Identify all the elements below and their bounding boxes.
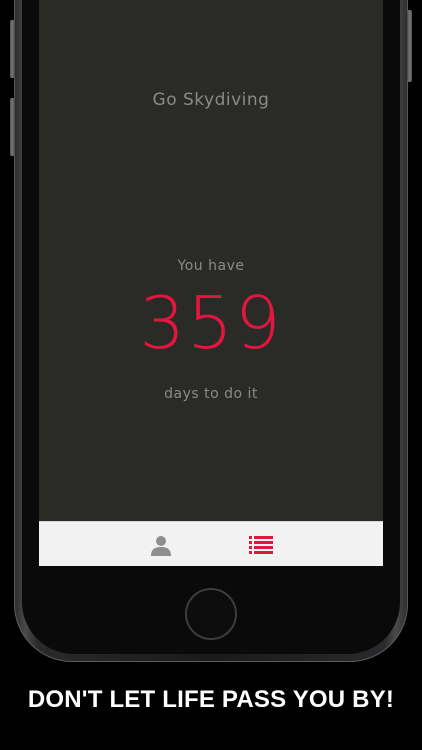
marketing-tagline: DON'T LET LIFE PASS YOU BY!	[27, 686, 395, 713]
power-button	[407, 10, 412, 82]
app-screen: Go Skydiving You have 359 days to do it	[39, 0, 383, 566]
goal-title: Go Skydiving	[152, 90, 270, 110]
person-icon	[151, 535, 171, 556]
volume-up-button	[10, 20, 15, 78]
countdown-suffix: days to do it	[164, 386, 258, 402]
app-store-screenshot: Go Skydiving You have 359 days to do it	[0, 0, 422, 750]
tab-bar	[39, 521, 383, 566]
countdown-prefix: You have	[177, 258, 245, 274]
home-button	[185, 588, 237, 640]
days-remaining-count: 359	[139, 281, 283, 365]
tab-goals-list[interactable]	[179, 522, 343, 566]
list-icon	[249, 535, 273, 554]
volume-down-button	[10, 98, 15, 156]
